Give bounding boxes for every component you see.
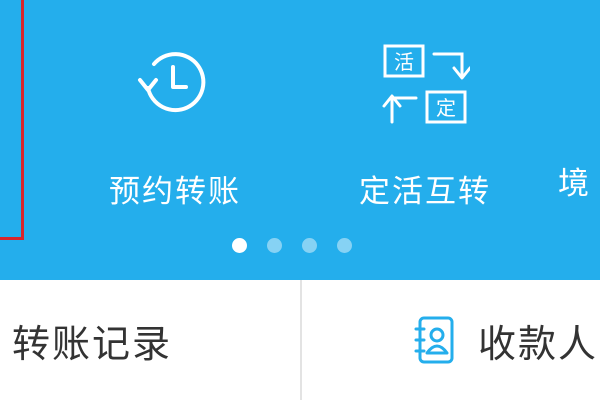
- page-dot-3[interactable]: [302, 237, 317, 253]
- contact-book-icon: [414, 315, 456, 365]
- fixed-demand-swap-icon: 活 定: [380, 40, 470, 130]
- page-dot-1[interactable]: [232, 237, 247, 253]
- service-banner: 预约转账 活 定 定活互转 境: [0, 0, 600, 280]
- icon-text-ding: 定: [436, 96, 456, 120]
- service-fixed-demand-swap[interactable]: 活 定 定活互转: [340, 40, 510, 210]
- icon-text-huo: 活: [394, 50, 414, 74]
- service-partial-label[interactable]: 境: [558, 158, 589, 203]
- service-scheduled-transfer[interactable]: 预约转账: [90, 40, 260, 210]
- payee-button[interactable]: 收款人: [414, 280, 600, 400]
- page-indicator: [232, 236, 352, 254]
- service-label: 预约转账: [109, 174, 241, 210]
- service-label: 定活互转: [359, 174, 491, 210]
- highlight-box: [0, 0, 24, 240]
- payee-label: 收款人: [478, 321, 599, 366]
- scheduled-clock-icon: [130, 40, 220, 130]
- transfer-record-button[interactable]: 转账记录: [12, 280, 292, 400]
- transfer-record-label: 转账记录: [12, 321, 173, 366]
- page-dot-2[interactable]: [267, 237, 282, 253]
- page-dot-4[interactable]: [337, 237, 352, 253]
- divider: [300, 280, 302, 400]
